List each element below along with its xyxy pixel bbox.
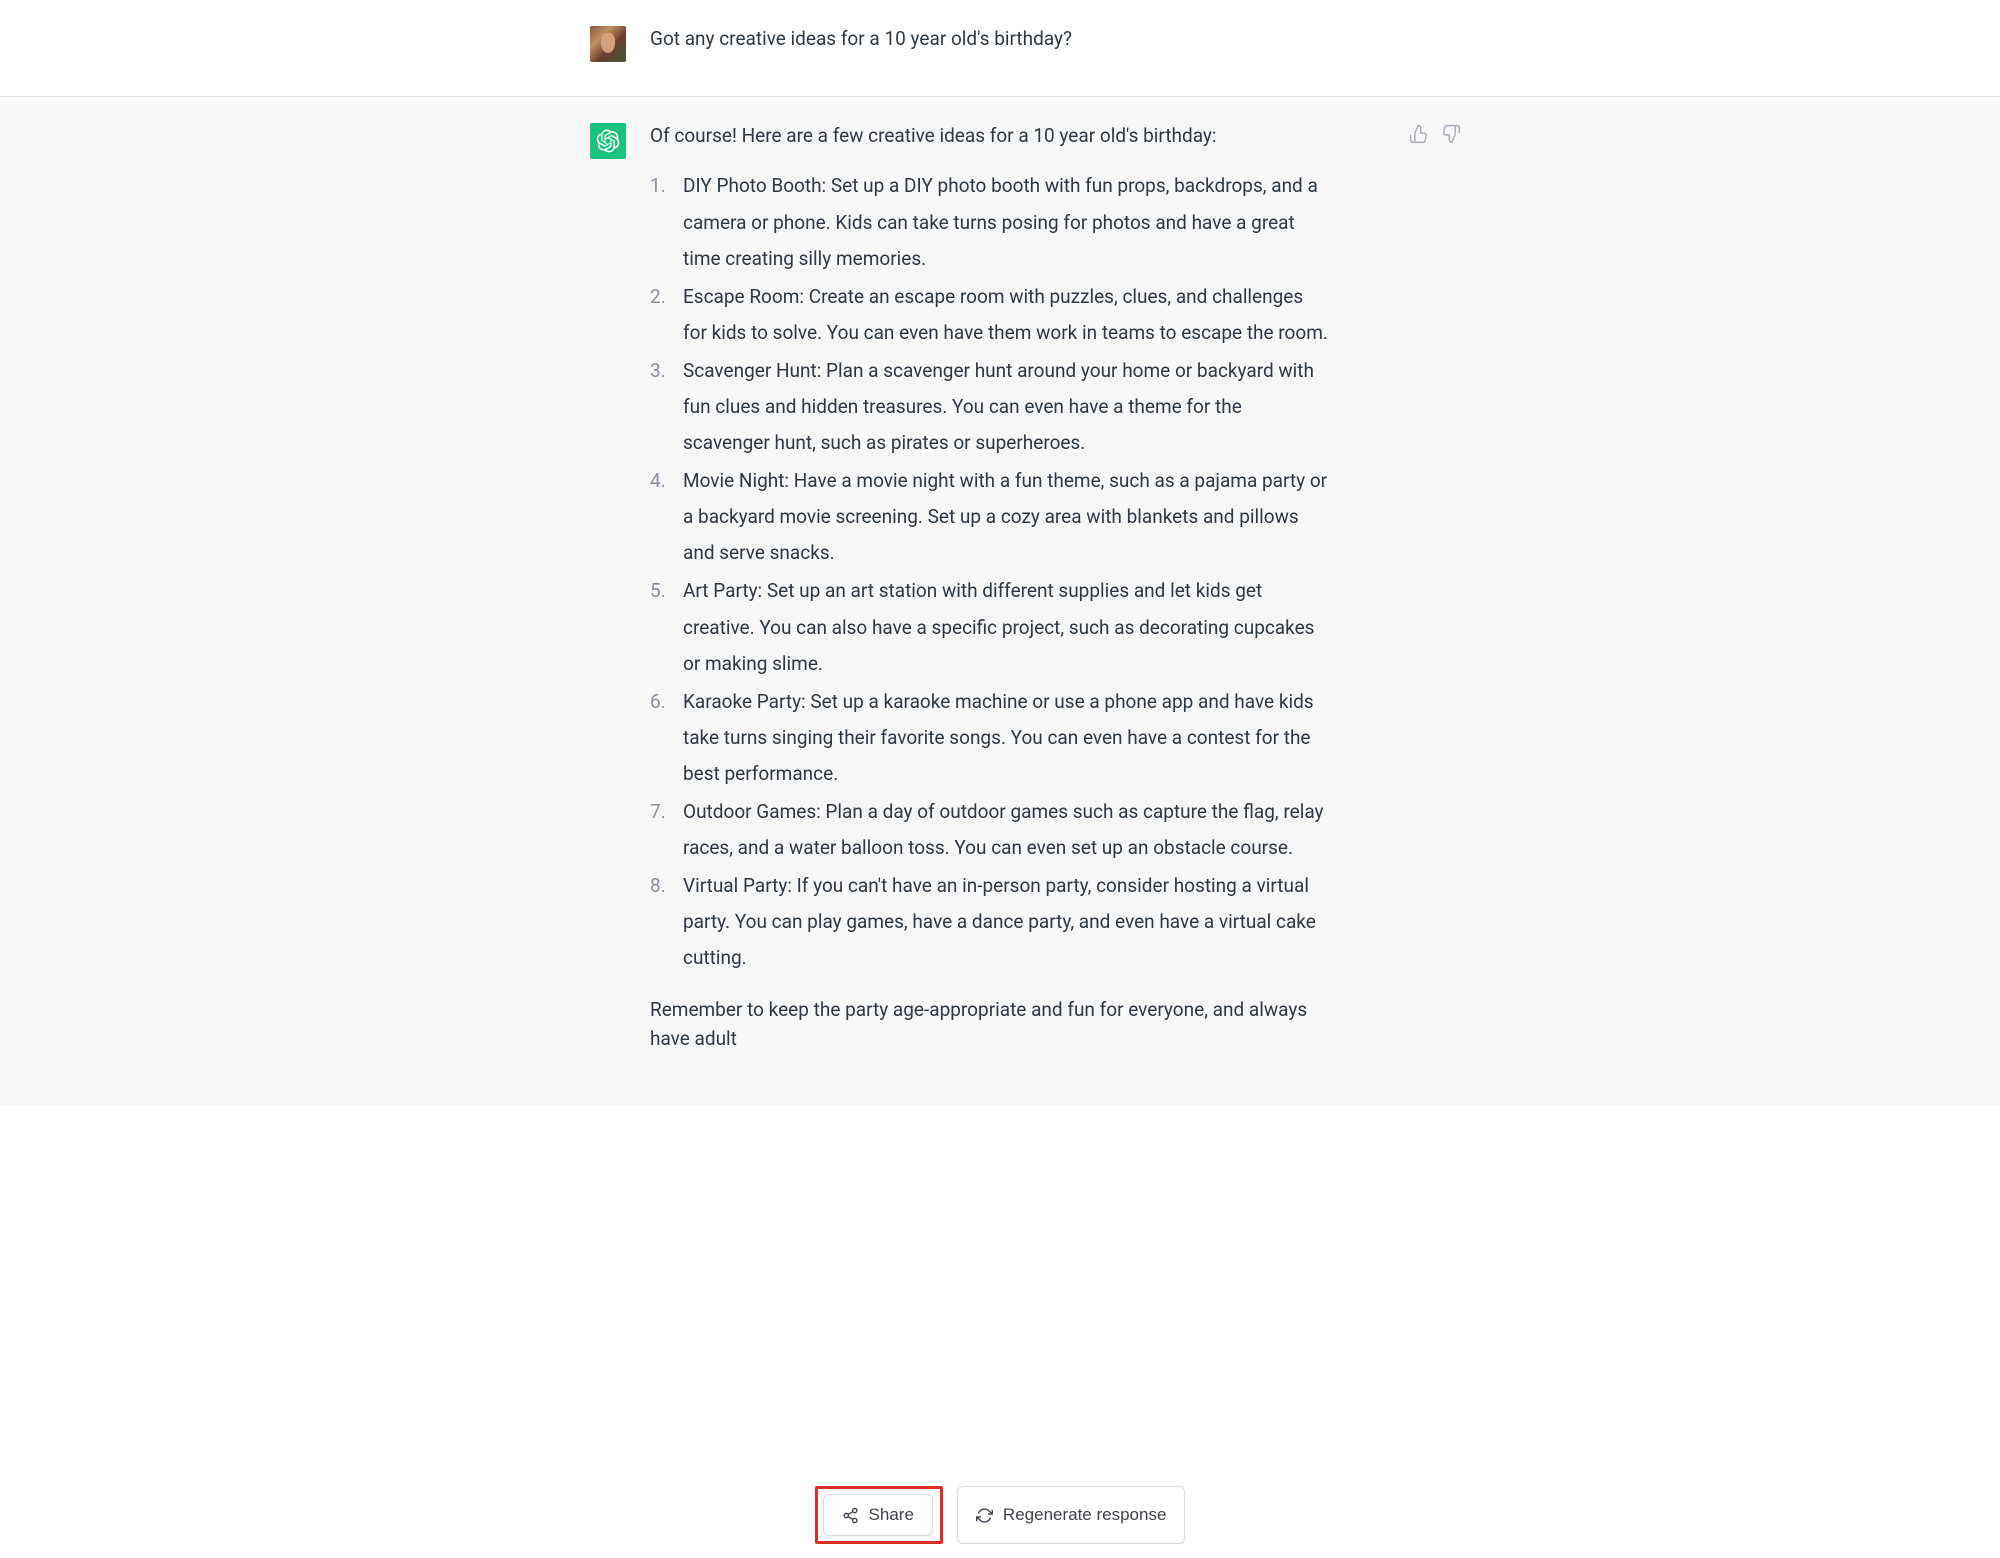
message-actions xyxy=(1408,123,1462,145)
list-item: Outdoor Games: Plan a day of outdoor gam… xyxy=(650,794,1330,866)
list-item: Art Party: Set up an art station with di… xyxy=(650,573,1330,681)
ideas-list: DIY Photo Booth: Set up a DIY photo boot… xyxy=(650,168,1330,976)
thumbs-down-button[interactable] xyxy=(1440,123,1462,145)
assistant-outro: Remember to keep the party age-appropria… xyxy=(650,995,1330,1054)
thumbs-down-icon xyxy=(1441,124,1461,144)
bottom-action-bar: Share Regenerate response xyxy=(0,1486,2000,1544)
regenerate-button[interactable]: Regenerate response xyxy=(957,1486,1186,1544)
list-item: DIY Photo Booth: Set up a DIY photo boot… xyxy=(650,168,1330,276)
share-highlight-box: Share xyxy=(815,1486,943,1544)
assistant-message-content: Of course! Here are a few creative ideas… xyxy=(650,121,1410,1071)
user-message-row: Got any creative ideas for a 10 year old… xyxy=(0,0,2000,97)
list-item: Movie Night: Have a movie night with a f… xyxy=(650,463,1330,571)
user-message-text: Got any creative ideas for a 10 year old… xyxy=(650,24,1410,62)
thumbs-up-icon xyxy=(1409,124,1429,144)
share-label: Share xyxy=(869,1505,914,1525)
regenerate-label: Regenerate response xyxy=(1003,1505,1167,1525)
share-icon xyxy=(842,1507,859,1524)
assistant-message-row: Of course! Here are a few creative ideas… xyxy=(0,97,2000,1105)
regenerate-icon xyxy=(976,1507,993,1524)
share-button[interactable]: Share xyxy=(823,1494,933,1536)
user-avatar xyxy=(590,26,626,62)
thumbs-up-button[interactable] xyxy=(1408,123,1430,145)
list-item: Virtual Party: If you can't have an in-p… xyxy=(650,868,1330,976)
list-item: Scavenger Hunt: Plan a scavenger hunt ar… xyxy=(650,353,1330,461)
openai-logo-icon xyxy=(596,129,620,153)
assistant-intro: Of course! Here are a few creative ideas… xyxy=(650,121,1330,150)
list-item: Karaoke Party: Set up a karaoke machine … xyxy=(650,684,1330,792)
assistant-avatar xyxy=(590,123,626,159)
list-item: Escape Room: Create an escape room with … xyxy=(650,279,1330,351)
